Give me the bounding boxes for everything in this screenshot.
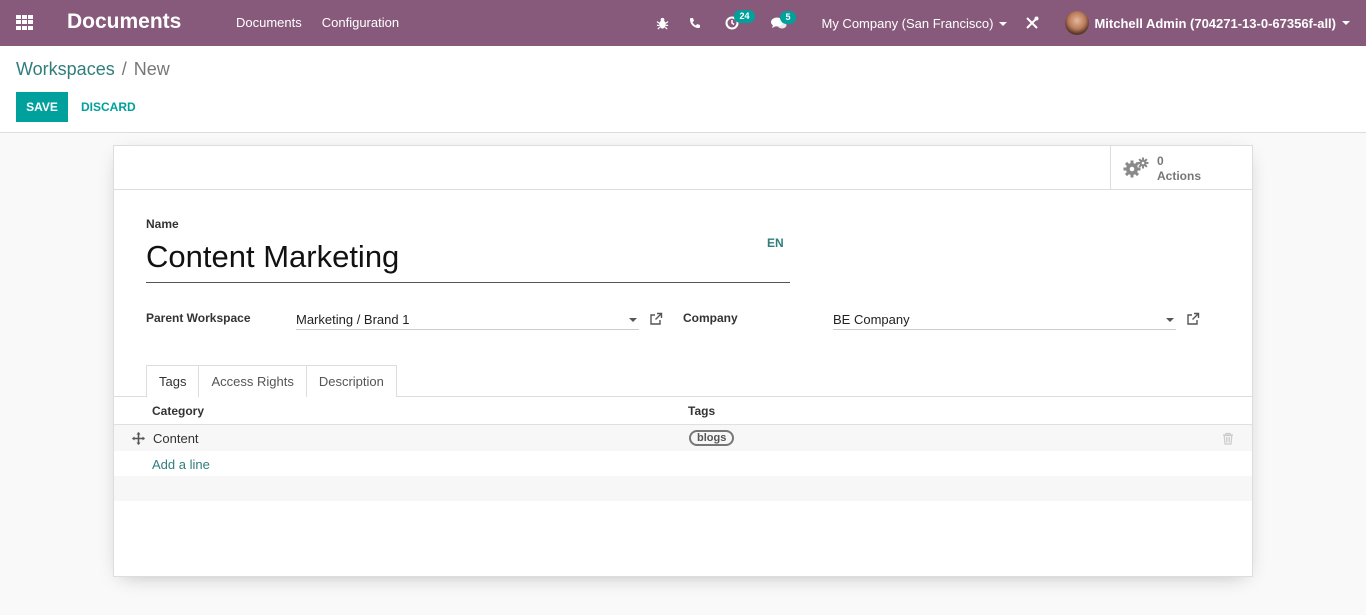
parent-workspace-value: Marketing / Brand 1	[296, 312, 410, 327]
activity-count-badge: 24	[734, 10, 755, 23]
tab-description[interactable]: Description	[305, 365, 397, 397]
notebook-tabs: Tags Access Rights Description	[146, 365, 397, 398]
company-name: My Company (San Francisco)	[821, 15, 994, 31]
menu-item-configuration[interactable]: Configuration	[322, 15, 399, 30]
message-count-badge: 5	[780, 10, 796, 24]
external-link-icon[interactable]	[649, 312, 663, 326]
company-field[interactable]: BE Company	[833, 308, 1176, 330]
empty-row	[114, 476, 1252, 501]
column-header-category[interactable]: Category	[152, 404, 204, 418]
parent-workspace-field[interactable]: Marketing / Brand 1	[296, 308, 639, 330]
column-header-tags[interactable]: Tags	[688, 404, 715, 418]
systray: 24 5 My Company (San Francisco) Mitchell…	[656, 0, 1366, 46]
chevron-down-icon	[1342, 21, 1350, 25]
chevron-down-icon[interactable]	[629, 318, 637, 322]
gears-icon	[1123, 157, 1149, 178]
apps-menu-icon[interactable]	[16, 15, 33, 30]
breadcrumb-current: New	[133, 59, 170, 79]
actions-count: 0	[1157, 154, 1164, 168]
menu-item-documents[interactable]: Documents	[236, 15, 302, 30]
translate-button[interactable]: EN	[767, 236, 784, 250]
company-label: Company	[683, 311, 738, 325]
tag-badge[interactable]: blogs	[689, 430, 735, 446]
external-link-icon[interactable]	[1186, 312, 1200, 326]
button-box: 0 Actions	[114, 146, 1252, 190]
company-value: BE Company	[833, 312, 910, 327]
name-label: Name	[146, 217, 179, 231]
drag-handle-icon[interactable]	[132, 432, 145, 445]
phone-icon[interactable]	[689, 17, 701, 29]
breadcrumb: Workspaces / New	[16, 59, 170, 80]
avatar	[1065, 11, 1090, 35]
company-switcher[interactable]: My Company (San Francisco)	[821, 15, 1008, 31]
breadcrumb-separator: /	[121, 59, 127, 79]
actions-stat-button[interactable]: 0 Actions	[1110, 146, 1252, 189]
chevron-down-icon[interactable]	[1166, 318, 1174, 322]
discard-button[interactable]: DISCARD	[75, 92, 142, 122]
user-name: Mitchell Admin (704271-13-0-67356f-all)	[1094, 15, 1336, 31]
breadcrumb-workspaces[interactable]: Workspaces	[16, 59, 115, 80]
app-title[interactable]: Documents	[67, 10, 181, 34]
form-sheet: 0 Actions Name Content Marketing EN Pare…	[113, 145, 1253, 577]
tab-access-rights[interactable]: Access Rights	[198, 365, 307, 397]
table-row[interactable]: Content blogs	[114, 425, 1252, 451]
tools-icon[interactable]	[1025, 16, 1039, 30]
save-button[interactable]: SAVE	[16, 92, 68, 122]
debug-icon[interactable]	[656, 17, 669, 30]
activity-icon[interactable]: 24	[725, 10, 755, 30]
top-navbar: Documents Documents Configuration 24 5 M…	[0, 0, 1366, 46]
trash-icon[interactable]	[1222, 432, 1234, 445]
messaging-icon[interactable]: 5	[771, 10, 796, 30]
user-menu[interactable]: Mitchell Admin (704271-13-0-67356f-all)	[1065, 11, 1350, 35]
main-menu: Documents Configuration	[236, 15, 399, 30]
chevron-down-icon	[999, 22, 1008, 27]
name-field[interactable]: Content Marketing	[146, 235, 790, 283]
parent-workspace-label: Parent Workspace	[146, 311, 251, 325]
add-line-link[interactable]: Add a line	[152, 457, 210, 472]
add-line-row: Add a line	[114, 451, 1252, 476]
control-panel: Workspaces / New SAVE DISCARD	[0, 46, 1366, 133]
actions-label: Actions	[1157, 169, 1202, 183]
row-category[interactable]: Content	[153, 431, 199, 446]
tab-tags[interactable]: Tags	[146, 365, 200, 398]
